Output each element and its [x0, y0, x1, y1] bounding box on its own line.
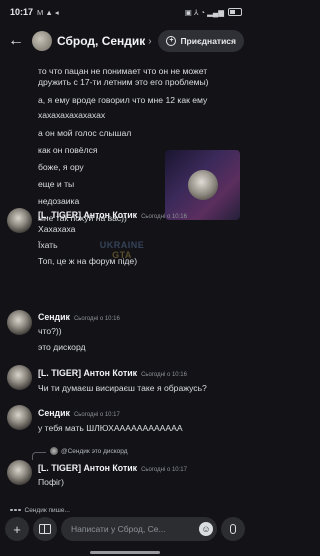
- chevron-right-icon[interactable]: ›: [148, 36, 151, 47]
- plus-icon[interactable]: +: [5, 517, 29, 541]
- message-line: Чи ти думаєш висираєш таке я ображусь?: [38, 383, 207, 393]
- avatar[interactable]: [7, 405, 32, 430]
- reply-avatar: [50, 447, 58, 455]
- message-line: дружить с 17-ти летним это его проблемы): [38, 77, 209, 87]
- arrow-left-icon[interactable]: ←: [6, 32, 26, 50]
- typing-dots-icon: [10, 508, 21, 512]
- reply-reference[interactable]: @Сендик это дискорд: [50, 447, 128, 455]
- image-content: [187, 170, 218, 200]
- message-line: хахахахахахахах: [38, 110, 106, 120]
- message-line: Хахахаха: [38, 224, 76, 234]
- message-timestamp: Сьогодні о 10:16: [73, 316, 120, 322]
- reply-text: @Сендик это дискорд: [61, 447, 128, 455]
- message-input[interactable]: Написати у Сброд, Се... ☺: [61, 517, 217, 541]
- join-label: Приєднатися: [180, 36, 236, 46]
- message-author[interactable]: Сендик Сьогодні о 10:16: [38, 312, 120, 322]
- status-bar: 10:17 M ▲ ◂ ▣ ⅄ ◔ ▂▄▆: [0, 0, 250, 24]
- gift-icon: [39, 524, 51, 534]
- channel-title[interactable]: Сброд, Сендик: [57, 34, 145, 48]
- avatar[interactable]: [7, 208, 32, 233]
- message-line: Їхать: [38, 240, 58, 250]
- message-timestamp: Сьогодні о 10:17: [73, 412, 120, 418]
- notification-icons: M ▲ ◂: [37, 7, 59, 17]
- message-author[interactable]: Сендик Сьогодні о 10:17: [38, 408, 120, 418]
- avatar[interactable]: [7, 365, 32, 390]
- message-line: как он повёлся: [38, 145, 98, 155]
- system-icons: ▣ ⅄ ◔ ▂▄▆: [184, 7, 224, 17]
- message-composer: + Написати у Сброд, Се... ☺: [0, 514, 250, 544]
- message-line: а он мой голос слышал: [38, 128, 132, 138]
- message-line: боже, я ору: [38, 162, 84, 172]
- watermark-line2: GTA: [112, 250, 132, 260]
- message-line: недозаика: [38, 196, 80, 206]
- channel-header: ← Сброд, Сендик › + Приєднатися: [0, 24, 250, 58]
- status-time: 10:17: [10, 7, 34, 17]
- author-name[interactable]: [L. TIGER] Антон Котик: [38, 210, 137, 220]
- author-name[interactable]: Сендик: [38, 312, 70, 322]
- message-line: Пофіг): [38, 477, 64, 487]
- battery-icon: [228, 8, 242, 16]
- message-line: еще и ты: [38, 179, 75, 189]
- message-line: это дискорд: [38, 342, 86, 352]
- join-call-icon: +: [166, 36, 177, 46]
- author-name[interactable]: Сендик: [38, 408, 70, 418]
- reply-connector: [32, 452, 46, 460]
- message-line: то что пацан не понимает что он не может: [38, 66, 208, 76]
- avatar[interactable]: [7, 460, 32, 485]
- watermark-line1: UKRAINE: [99, 240, 145, 250]
- message-author[interactable]: [L. TIGER] Антон Котик Сьогодні о 10:16: [38, 210, 187, 220]
- message-line: а, я ему вроде говорил что мне 12 как ем…: [38, 95, 208, 105]
- message-placeholder: Написати у Сброд, Се...: [71, 524, 166, 534]
- typing-text: Сендик пише...: [24, 506, 70, 514]
- join-button[interactable]: + Приєднатися: [158, 30, 244, 52]
- system-nav-bar: [0, 548, 250, 556]
- message-line: что?)): [38, 326, 62, 336]
- watermark-logo: UKRAINE GTA: [92, 240, 152, 260]
- author-name[interactable]: [L. TIGER] Антон Котик: [38, 368, 137, 378]
- channel-avatar[interactable]: [32, 31, 52, 51]
- home-gesture-pill[interactable]: [90, 550, 160, 554]
- message-timestamp: Сьогодні о 10:17: [141, 467, 187, 473]
- message-timestamp: Сьогодні о 10:16: [141, 372, 187, 378]
- emoji-icon[interactable]: ☺: [199, 522, 213, 536]
- message-author[interactable]: [L. TIGER] Антон Котик Сьогодні о 10:16: [38, 368, 187, 378]
- message-list[interactable]: то что пацан не понимает что он не может…: [0, 58, 250, 504]
- message-line: у тебя мать ШЛЮХАААААААААААА: [38, 423, 183, 433]
- gift-button[interactable]: [33, 517, 57, 541]
- microphone-icon: [230, 524, 236, 534]
- avatar[interactable]: [7, 310, 32, 335]
- author-name[interactable]: [L. TIGER] Антон Котик: [38, 463, 137, 473]
- voice-button[interactable]: [221, 517, 245, 541]
- message-timestamp: Сьогодні о 10:16: [141, 214, 187, 220]
- message-author[interactable]: [L. TIGER] Антон Котик Сьогодні о 10:17: [38, 463, 187, 473]
